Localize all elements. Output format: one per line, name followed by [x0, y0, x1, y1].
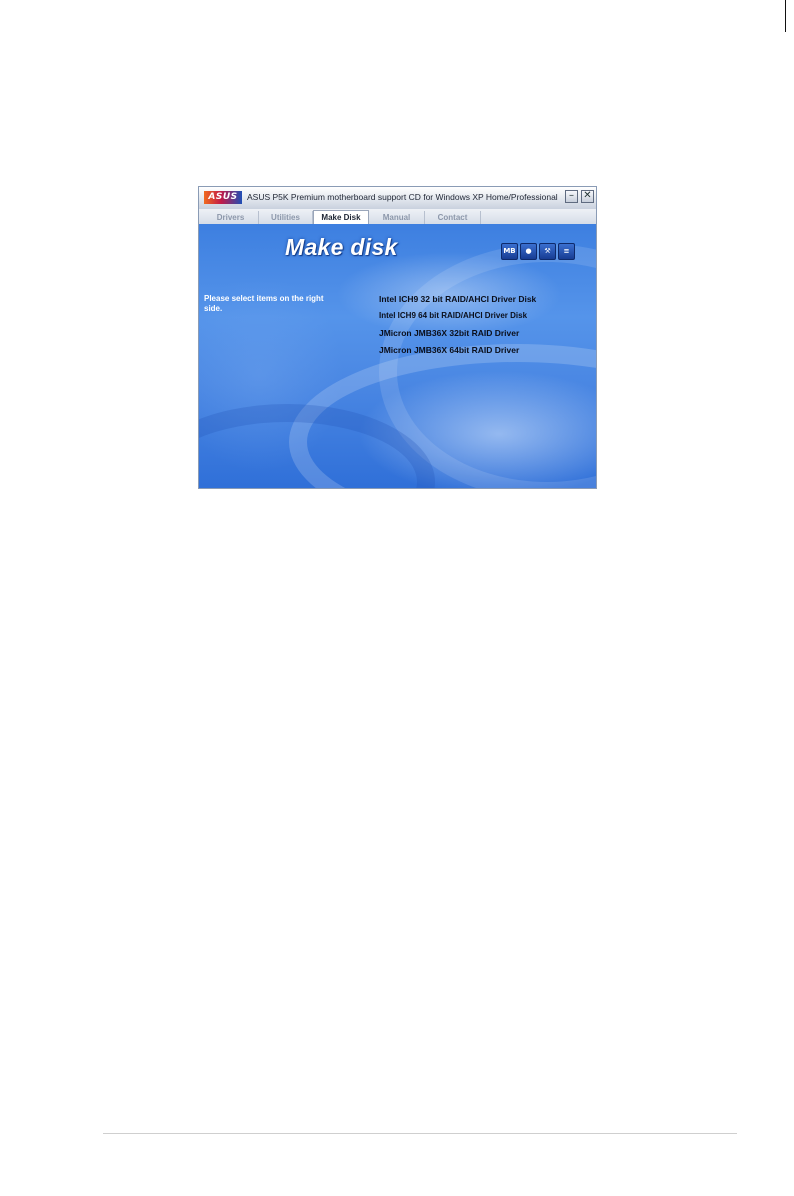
driver-item-jmb36x-32bit[interactable]: JMicron JMB36X 32bit RAID Driver	[379, 328, 519, 338]
support-cd-window: ASUS ASUS P5K Premium motherboard suppor…	[198, 186, 597, 489]
driver-item-ich9-64bit[interactable]: Intel ICH9 64 bit RAID/AHCI Driver Disk	[379, 311, 527, 320]
tab-bar: Drivers Utilities Make Disk Manual Conta…	[199, 209, 596, 224]
page-title: Make disk	[285, 234, 398, 260]
readme-icon[interactable]: ≡	[558, 243, 575, 260]
tools-icon[interactable]: ⚒	[539, 243, 556, 260]
motherboard-info-icon[interactable]: MB	[501, 243, 518, 260]
tab-make-disk[interactable]: Make Disk	[313, 210, 369, 224]
driver-item-jmb36x-64bit[interactable]: JMicron JMB36X 64bit RAID Driver	[379, 345, 519, 355]
tab-manual[interactable]: Manual	[369, 211, 425, 224]
tab-contact[interactable]: Contact	[425, 211, 481, 224]
footer-rule	[103, 1133, 737, 1134]
crop-mark	[785, 0, 786, 32]
asus-logo: ASUS	[204, 191, 242, 204]
make-disk-panel: Make disk MB ● ⚒ ≡ Please select items o…	[199, 224, 596, 488]
title-bar[interactable]: ASUS ASUS P5K Premium motherboard suppor…	[199, 187, 596, 210]
browse-cd-icon[interactable]: ●	[520, 243, 537, 260]
tab-drivers[interactable]: Drivers	[203, 211, 259, 224]
close-button[interactable]: ✕	[581, 190, 594, 203]
instruction-text: Please select items on the right side.	[204, 294, 324, 313]
driver-item-ich9-32bit[interactable]: Intel ICH9 32 bit RAID/AHCI Driver Disk	[379, 294, 536, 304]
minimize-button[interactable]: –	[565, 190, 578, 203]
window-title: ASUS P5K Premium motherboard support CD …	[247, 192, 558, 202]
tab-utilities[interactable]: Utilities	[259, 211, 313, 224]
